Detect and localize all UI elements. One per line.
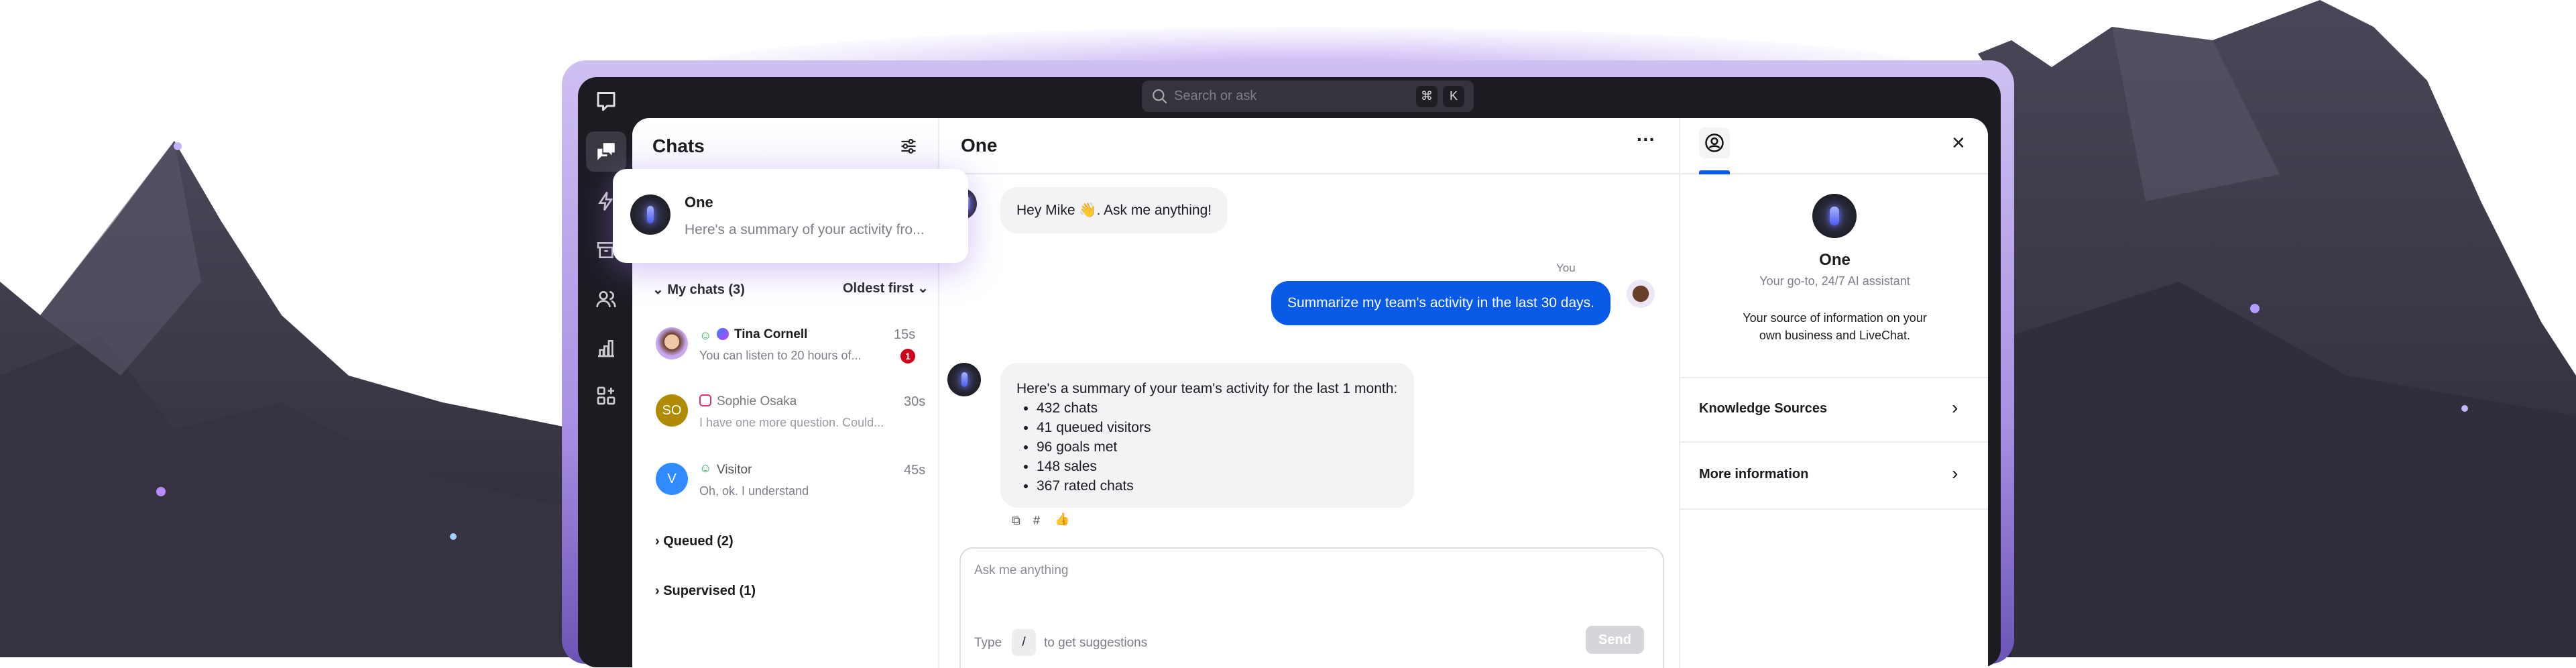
chat-preview: Here's a summary of your activity fro... xyxy=(685,222,925,237)
more-information-row[interactable]: More information › xyxy=(1680,443,1988,510)
k-key: K xyxy=(1443,85,1464,107)
bot-description: own business and LiveChat. xyxy=(1759,329,1911,342)
bot-description: Your source of information on your xyxy=(1743,311,1927,325)
tab-profile[interactable] xyxy=(1699,127,1730,158)
conversation-panel: One ··· Hey Mike 👋. Ask me anything! You… xyxy=(939,118,1679,668)
supervised-label: Supervised (1) xyxy=(663,583,756,598)
chat-name: Sophie Osaka xyxy=(717,394,797,408)
chats-icon[interactable] xyxy=(586,131,626,172)
chat-time: 30s xyxy=(904,394,926,409)
chat-item-tina[interactable]: ☺ Tina Cornell You can listen to 20 hour… xyxy=(632,319,939,380)
summary-bullet: 148 sales xyxy=(1037,457,1398,476)
pinned-chat-one[interactable]: One Here's a summary of your activity fr… xyxy=(613,169,968,263)
chat-preview: I have one more question. Could... xyxy=(699,416,884,429)
chat-time: 15s xyxy=(894,327,916,342)
hint-text: to get suggestions xyxy=(1044,636,1148,650)
team-icon[interactable] xyxy=(586,279,626,319)
user-circle-icon xyxy=(1705,133,1724,152)
bot-subtitle: Your go-to, 24/7 AI assistant xyxy=(1759,274,1910,288)
my-chats-toggle[interactable]: ⌄ My chats (3) xyxy=(652,281,745,298)
apps-icon[interactable] xyxy=(586,376,626,416)
summary-intro: Here's a summary of your team's activity… xyxy=(1016,381,1398,396)
chevron-right-icon: › xyxy=(1952,397,1958,418)
chat-preview: Oh, ok. I understand xyxy=(699,484,809,498)
supervised-toggle[interactable]: › Supervised (1) xyxy=(655,583,756,599)
summary-bullet: 367 rated chats xyxy=(1037,476,1398,496)
cmd-key: ⌘ xyxy=(1416,85,1438,107)
chat-name: One xyxy=(685,194,713,211)
chat-preview: You can listen to 20 hours of... xyxy=(699,349,862,362)
chevron-right-icon: › xyxy=(1952,463,1958,484)
bot-avatar-large xyxy=(1812,194,1857,238)
section-label: More information xyxy=(1699,467,1809,482)
bot-avatar xyxy=(947,363,981,396)
search-bar[interactable]: Search or ask ⌘ K xyxy=(1142,80,1474,112)
reports-icon[interactable] xyxy=(586,328,626,368)
avatar: V xyxy=(656,463,688,495)
unread-badge: 1 xyxy=(900,349,915,364)
copy-icon[interactable]: ⧉ xyxy=(1012,514,1020,528)
slash-key: / xyxy=(1012,629,1036,656)
more-options-icon[interactable]: ··· xyxy=(1637,129,1655,150)
sort-label: Oldest first xyxy=(843,281,914,296)
avatar xyxy=(656,327,688,359)
message-bot-greeting: Hey Mike 👋. Ask me anything! xyxy=(1000,187,1228,233)
user-avatar xyxy=(1627,280,1655,308)
message-bot-summary: Here's a summary of your team's activity… xyxy=(1000,363,1414,508)
livechat-logo-icon[interactable] xyxy=(586,82,626,122)
chat-name: Tina Cornell xyxy=(734,327,808,341)
my-chats-label: My chats (3) xyxy=(667,282,745,297)
message-sender-label: You xyxy=(1556,262,1576,274)
details-panel: × One Your go-to, 24/7 AI assistant Your… xyxy=(1679,118,1988,668)
summary-bullet: 432 chats xyxy=(1037,398,1398,418)
summary-bullet: 96 goals met xyxy=(1037,437,1398,457)
search-icon xyxy=(1153,89,1167,104)
conversation-title: One xyxy=(961,135,998,156)
online-icon: ☺ xyxy=(699,329,712,342)
bot-avatar xyxy=(630,194,670,235)
chat-item-sophie[interactable]: SO Sophie Osaka I have one more question… xyxy=(632,386,939,447)
thumbs-up-icon[interactable]: 👍 xyxy=(1055,512,1069,526)
filter-icon[interactable] xyxy=(899,137,918,156)
message-user: Summarize my team's activity in the last… xyxy=(1271,281,1611,325)
chats-title: Chats xyxy=(652,135,705,156)
section-label: Knowledge Sources xyxy=(1699,401,1828,416)
knowledge-sources-row[interactable]: Knowledge Sources › xyxy=(1680,377,1988,443)
chat-item-visitor[interactable]: V ☺ Visitor Oh, ok. I understand 45s xyxy=(632,455,939,515)
bot-name: One xyxy=(1819,251,1851,269)
close-icon[interactable]: × xyxy=(1952,130,1965,156)
active-tab-indicator xyxy=(1699,170,1730,174)
sort-dropdown[interactable]: Oldest first ⌄ xyxy=(843,280,929,296)
avatar: SO xyxy=(656,394,688,427)
online-icon: ☺ xyxy=(699,461,712,475)
messenger-icon xyxy=(717,328,729,340)
queued-toggle[interactable]: › Queued (2) xyxy=(655,534,734,549)
send-button[interactable]: Send xyxy=(1586,626,1644,654)
chat-name: Visitor xyxy=(717,463,752,477)
queued-label: Queued (2) xyxy=(663,534,734,549)
instagram-icon xyxy=(699,394,711,406)
summary-bullet: 41 queued visitors xyxy=(1037,418,1398,437)
search-placeholder: Search or ask xyxy=(1174,89,1257,103)
hashtag-icon[interactable]: # xyxy=(1033,514,1040,528)
message-composer[interactable]: Ask me anything Type / to get suggestion… xyxy=(959,547,1664,668)
hint-text: Type xyxy=(974,636,1002,650)
composer-placeholder: Ask me anything xyxy=(974,563,1069,577)
chat-time: 45s xyxy=(904,463,926,478)
